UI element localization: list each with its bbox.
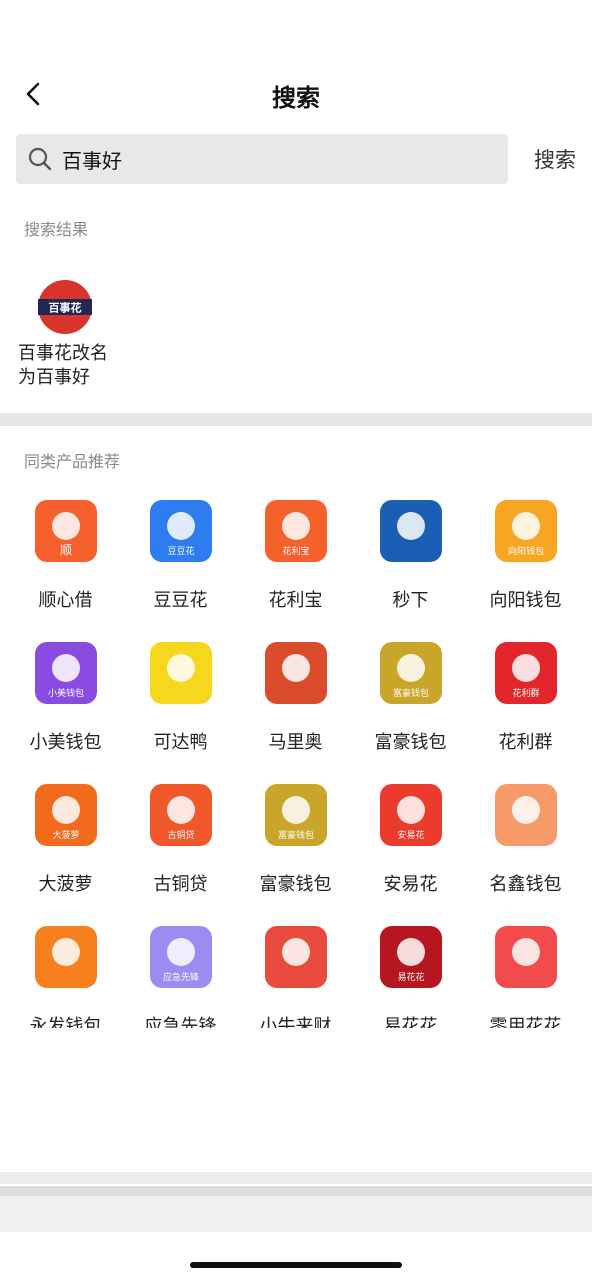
recommend-grid: 顺顺心借 豆豆花 豆豆花 花利宝 花利宝 秒下 向阳钱包 向阳钱包 小美钱包 小美钱包 可达鸭 马里奥… [0, 500, 592, 1028]
app-label: 零用花花 [489, 1016, 562, 1028]
app-icon-text: 向阳钱包 [507, 545, 543, 557]
app-icon-text: 富豪钱包 [392, 687, 428, 699]
app-icon-text: 大菠萝 [52, 829, 79, 841]
app-label: 名鑫钱包 [489, 874, 562, 895]
recommend-label: 同类产品推荐 [24, 452, 121, 471]
gutongdai-icon: 古铜贷 [149, 784, 212, 846]
app-icon-text: 花利宝 [282, 545, 309, 557]
anyihua-icon: 安易花 [379, 784, 442, 846]
yihuahua-icon: 易花花 [379, 926, 442, 988]
result-label: 百事花改名为百事好 [18, 343, 108, 388]
result-icon-text: 百事花 [49, 301, 82, 315]
keda-duck-icon [149, 642, 212, 704]
hualiqun-icon: 花利群 [494, 642, 557, 704]
app-label: 易花花 [383, 1016, 438, 1028]
search-submit-button[interactable]: 搜索 [534, 144, 576, 174]
xiaoniu-icon [264, 926, 327, 988]
app-item[interactable]: 易花花 易花花 [353, 926, 468, 1028]
status-bar [0, 0, 592, 60]
pineapple-icon: 大菠萝 [34, 784, 97, 846]
app-label: 富豪钱包 [259, 874, 332, 895]
doudouhua-icon: 豆豆花 [149, 500, 212, 562]
shunxinjie-icon: 顺 [34, 500, 97, 562]
app-icon-text: 花利群 [512, 687, 539, 699]
xiangyang-icon: 向阳钱包 [494, 500, 557, 562]
app-item[interactable]: 安易花 安易花 [353, 784, 468, 926]
app-label: 顺心借 [38, 590, 93, 611]
app-label: 富豪钱包 [374, 732, 447, 753]
app-icon-text: 豆豆花 [167, 545, 194, 557]
yingji-icon: 应急先锋 [149, 926, 212, 988]
app-item[interactable]: 应急先锋 应急先锋 [123, 926, 238, 1028]
app-item[interactable]: 花利群 花利群 [468, 642, 583, 784]
app-icon-text: 富豪钱包 [277, 829, 313, 841]
lingyong-icon [494, 926, 557, 988]
app-label: 向阳钱包 [489, 590, 562, 611]
app-label: 花利宝 [268, 590, 323, 611]
app-icon-text: 易花花 [397, 971, 424, 983]
app-item[interactable]: 古铜贷 古铜贷 [123, 784, 238, 926]
app-label: 秒下 [392, 590, 429, 611]
footer-bar [0, 1196, 592, 1232]
app-label: 可达鸭 [153, 732, 208, 753]
app-item[interactable]: 秒下 [353, 500, 468, 642]
page-title: 搜索 [272, 84, 320, 112]
app-label: 小牛来财 [259, 1016, 332, 1028]
app-icon-text: 应急先锋 [162, 971, 198, 983]
app-label: 永发钱包 [29, 1016, 102, 1028]
app-item[interactable]: 零用花花 [468, 926, 583, 1028]
app-item[interactable]: 永发钱包 [8, 926, 123, 1028]
app-label: 古铜贷 [153, 874, 208, 895]
app-item[interactable]: 花利宝 花利宝 [238, 500, 353, 642]
fuhao-wallet-icon: 富豪钱包 [379, 642, 442, 704]
search-box[interactable] [16, 134, 508, 184]
search-row: 搜索 [16, 134, 576, 184]
app-label: 花利群 [498, 732, 553, 753]
app-item[interactable]: 豆豆花 豆豆花 [123, 500, 238, 642]
app-label: 应急先锋 [144, 1016, 217, 1028]
app-icon-text: 古铜贷 [167, 829, 194, 841]
app-item[interactable]: 富豪钱包 富豪钱包 [238, 784, 353, 926]
app-label: 马里奥 [268, 732, 323, 753]
app-icon-text: 顺 [59, 543, 71, 557]
miaoxia-icon [379, 500, 442, 562]
app-item[interactable]: 顺顺心借 [8, 500, 123, 642]
app-label: 豆豆花 [153, 590, 208, 611]
app-icon-text: 安易花 [397, 829, 424, 841]
mario-icon [264, 642, 327, 704]
app-label: 大菠萝 [38, 874, 93, 895]
app-item[interactable]: 大菠萝 大菠萝 [8, 784, 123, 926]
yongfa-wallet-icon [34, 926, 97, 988]
fuhao-wallet-icon-2: 富豪钱包 [264, 784, 327, 846]
baishihua-app-icon: 百事花 [34, 276, 96, 338]
app-icon-text: 小美钱包 [47, 687, 83, 699]
header: 搜索 [0, 64, 592, 124]
bottom-divider [0, 1172, 592, 1184]
app-item[interactable]: 小牛来财 [238, 926, 353, 1028]
app-label: 安易花 [383, 874, 438, 895]
section-divider [0, 413, 592, 426]
search-input[interactable] [62, 147, 462, 171]
home-indicator[interactable] [190, 1262, 402, 1268]
app-item[interactable]: 名鑫钱包 [468, 784, 583, 926]
app-item[interactable]: 马里奥 [238, 642, 353, 784]
mingxin-wallet-icon [494, 784, 557, 846]
search-icon [26, 145, 54, 173]
search-result-item[interactable]: 百事花 百事花改名为百事好 [18, 276, 128, 390]
app-item[interactable]: 小美钱包 小美钱包 [8, 642, 123, 784]
app-item[interactable]: 向阳钱包 向阳钱包 [468, 500, 583, 642]
app-item[interactable]: 富豪钱包 富豪钱包 [353, 642, 468, 784]
search-results-label: 搜索结果 [24, 220, 89, 239]
bottom-divider-2 [0, 1186, 592, 1196]
app-label: 小美钱包 [29, 732, 102, 753]
app-item[interactable]: 可达鸭 [123, 642, 238, 784]
hualibao-icon: 花利宝 [264, 500, 327, 562]
xiaomei-icon: 小美钱包 [34, 642, 97, 704]
